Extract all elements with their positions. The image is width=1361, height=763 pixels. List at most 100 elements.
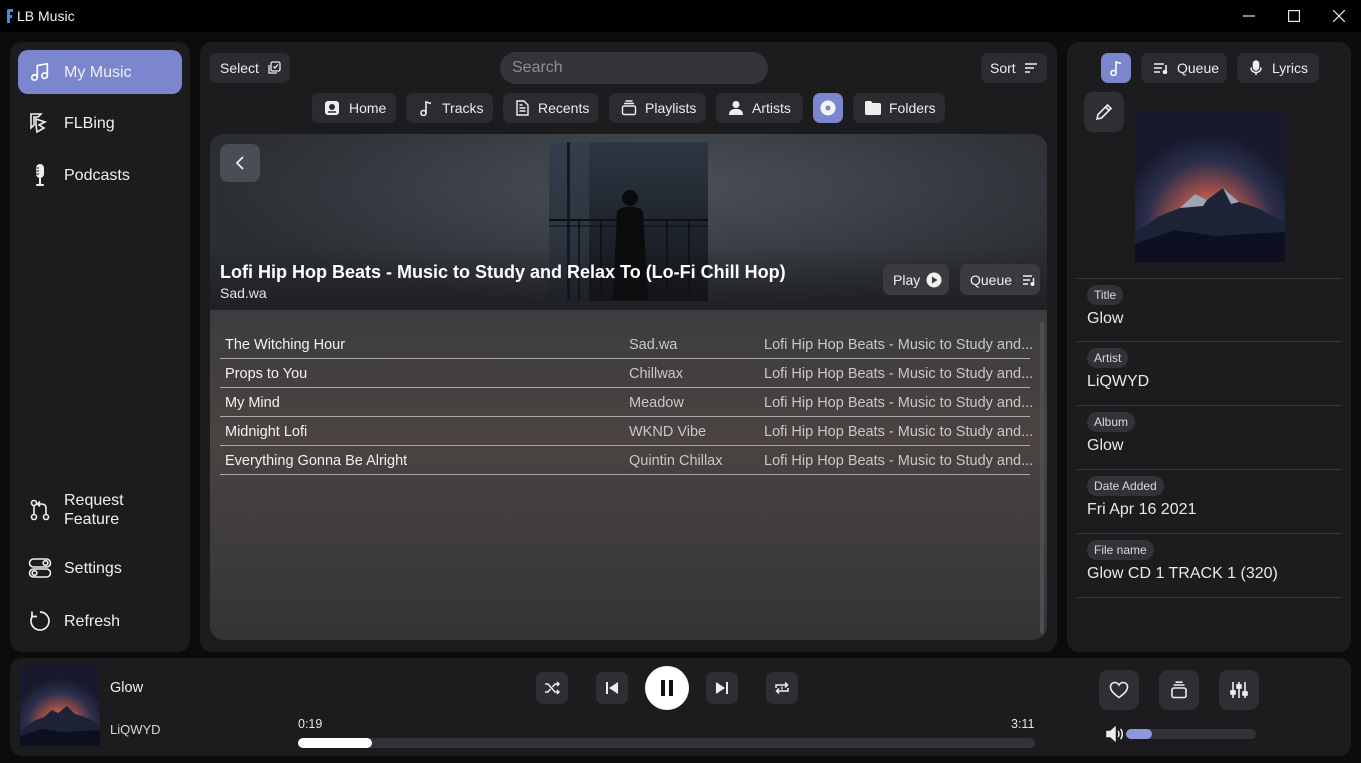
tab-label: Recents: [538, 100, 590, 116]
field-value: LiQWYD: [1087, 373, 1150, 390]
tab-recents[interactable]: Recents: [503, 93, 598, 123]
music-note-icon: [420, 100, 432, 116]
edit-button[interactable]: [1084, 92, 1124, 132]
git-pull-request-icon: [28, 498, 52, 522]
album-view: Lofi Hip Hop Beats - Music to Study and …: [210, 134, 1047, 640]
search-bar[interactable]: [500, 52, 768, 84]
seek-bar[interactable]: [298, 738, 1035, 748]
tab-label: Lyrics: [1272, 60, 1309, 76]
seek-bar-fill: [298, 738, 372, 748]
tab-artists[interactable]: Artists: [716, 93, 803, 123]
table-row[interactable]: Midnight Lofi WKND Vibe Lofi Hip Hop Bea…: [220, 417, 1033, 446]
play-album-button[interactable]: Play: [883, 264, 949, 295]
tab-albums[interactable]: [813, 93, 843, 123]
back-button[interactable]: [220, 144, 260, 182]
shuffle-button[interactable]: [536, 672, 568, 704]
track-list: The Witching Hour Sad.wa Lofi Hip Hop Be…: [220, 330, 1033, 475]
play-label: Play: [893, 271, 921, 288]
field-label: File name: [1087, 540, 1154, 560]
sidebar-item-label: FLBing: [64, 114, 115, 132]
title-bar: LB Music: [0, 0, 1361, 32]
sidebar-item-label: Request Feature: [64, 492, 124, 528]
field-value: Glow: [1087, 437, 1124, 454]
tab-now-playing[interactable]: [1101, 53, 1131, 83]
now-playing-panel: Queue Lyrics Title Glow Artist LiQWYD Al…: [1067, 42, 1351, 652]
album-title: Lofi Hip Hop Beats - Music to Study and …: [220, 262, 786, 282]
table-row[interactable]: Everything Gonna Be Alright Quintin Chil…: [220, 446, 1033, 475]
now-playing-cover: [1135, 112, 1285, 262]
field-label: Date Added: [1087, 476, 1164, 496]
repeat-button[interactable]: [766, 672, 798, 704]
track-album: Lofi Hip Hop Beats - Music to Study and.…: [764, 453, 1034, 469]
sidebar-item-flbing[interactable]: FLBing: [18, 101, 182, 145]
player-track-title: Glow: [110, 680, 144, 696]
track-title: Everything Gonna Be Alright: [225, 453, 408, 469]
track-list-scrollbar[interactable]: [1040, 322, 1044, 634]
table-row[interactable]: Props to You Chillwax Lofi Hip Hop Beats…: [220, 359, 1033, 388]
tab-tracks[interactable]: Tracks: [406, 93, 493, 123]
repeat-icon: [775, 681, 789, 695]
sidebar-item-request-feature[interactable]: Request Feature: [18, 488, 182, 532]
track-artist: Sad.wa: [629, 337, 678, 353]
tab-playlists[interactable]: Playlists: [609, 93, 706, 123]
equalizer-button[interactable]: [1219, 670, 1259, 710]
table-row[interactable]: My Mind Meadow Lofi Hip Hop Beats - Musi…: [220, 388, 1033, 417]
maximize-button[interactable]: [1271, 0, 1317, 32]
track-artist: Chillwax: [629, 366, 683, 382]
tab-label: Artists: [752, 100, 791, 116]
select-multiple-icon: [267, 61, 281, 75]
pencil-icon: [1095, 103, 1113, 121]
favorite-button[interactable]: [1099, 670, 1139, 710]
table-row[interactable]: The Witching Hour Sad.wa Lofi Hip Hop Be…: [220, 330, 1033, 359]
sidebar-item-my-music[interactable]: My Music: [18, 50, 182, 94]
sidebar-item-settings[interactable]: Settings: [18, 546, 182, 590]
volume-slider[interactable]: [1126, 729, 1256, 739]
track-artist: WKND Vibe: [629, 424, 707, 440]
sidebar-item-refresh[interactable]: Refresh: [18, 599, 182, 643]
volume-slider-fill: [1126, 729, 1152, 739]
track-artist: Meadow: [629, 395, 684, 411]
sidebar-item-label: Settings: [64, 559, 122, 577]
tab-label: Tracks: [442, 100, 484, 116]
player-cover: [20, 666, 100, 746]
field-value: Glow CD 1 TRACK 1 (320): [1087, 565, 1278, 582]
total-duration: 3:11: [1011, 717, 1035, 731]
queue-album-button[interactable]: Queue: [960, 264, 1040, 295]
player-bar: Glow LiQWYD 0:19 3:11: [10, 658, 1351, 756]
search-input[interactable]: [512, 59, 752, 77]
track-album: Lofi Hip Hop Beats - Music to Study and.…: [764, 366, 1034, 382]
add-to-playlist-button[interactable]: [1159, 670, 1199, 710]
flbing-icon: [28, 111, 52, 135]
field-label: Title: [1087, 285, 1124, 305]
tab-label: Folders: [889, 100, 936, 116]
close-button[interactable]: [1316, 0, 1361, 32]
main-panel: Select Sort Home Tracks Recents: [200, 42, 1057, 652]
track-album: Lofi Hip Hop Beats - Music to Study and.…: [764, 395, 1034, 411]
skip-previous-icon: [606, 682, 618, 694]
play-pause-button[interactable]: [645, 666, 689, 710]
minimize-button[interactable]: [1226, 0, 1272, 32]
tab-queue[interactable]: Queue: [1141, 53, 1227, 83]
sidebar-item-label: Refresh: [64, 612, 121, 630]
volume-button[interactable]: [1106, 726, 1124, 742]
select-label: Select: [220, 60, 259, 76]
equalizer-icon: [1230, 682, 1248, 698]
field-label: Artist: [1087, 348, 1129, 368]
sidebar: My Music FLBing Podcasts Request Feature…: [10, 42, 190, 652]
tab-lyrics[interactable]: Lyrics: [1237, 53, 1319, 83]
home-icon: [324, 100, 340, 116]
tab-folders[interactable]: Folders: [853, 93, 945, 123]
sidebar-item-podcasts[interactable]: Podcasts: [18, 153, 182, 197]
speaker-icon: [1106, 726, 1123, 742]
sort-label: Sort: [990, 60, 1016, 76]
sort-button[interactable]: Sort: [981, 53, 1047, 83]
player-track-artist: LiQWYD: [110, 722, 161, 737]
stack-icon: [1171, 681, 1187, 699]
refresh-icon: [28, 609, 52, 633]
previous-button[interactable]: [596, 672, 628, 704]
next-button[interactable]: [706, 672, 738, 704]
tab-home[interactable]: Home: [312, 93, 396, 123]
select-button[interactable]: Select: [210, 53, 290, 83]
queue-label: Queue: [970, 271, 1013, 288]
document-icon: [515, 100, 529, 116]
